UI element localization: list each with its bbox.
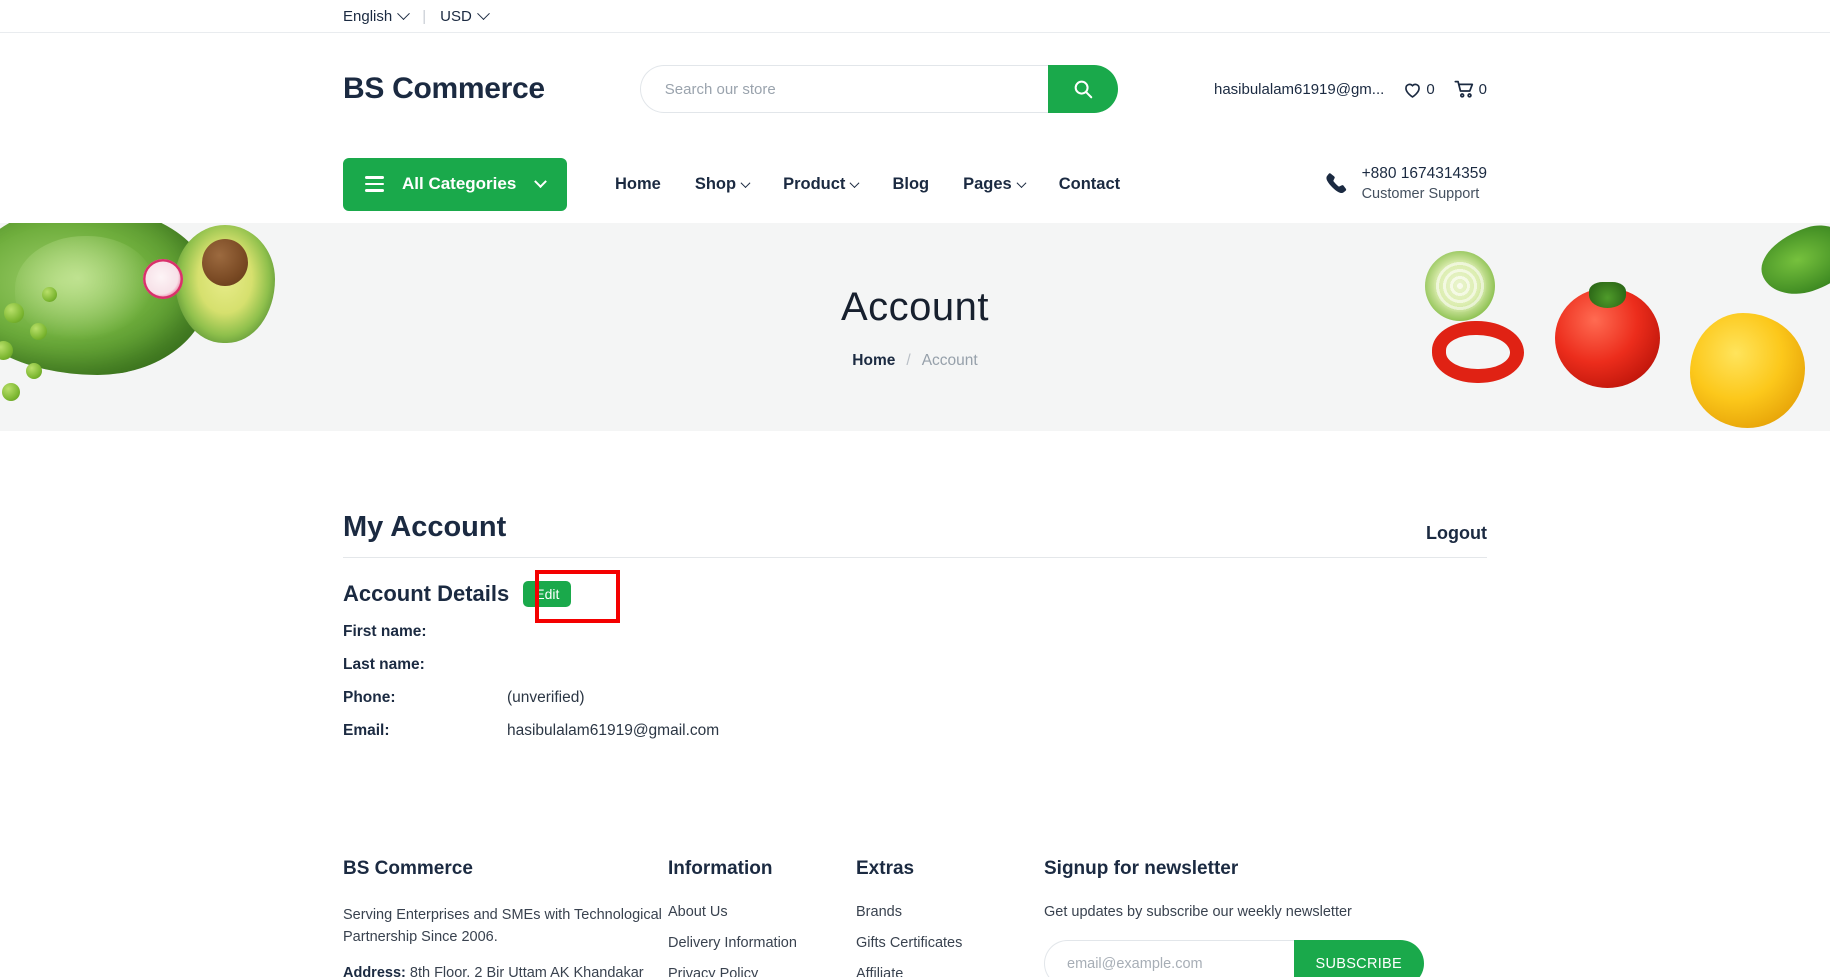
field-label: First name:: [343, 623, 427, 640]
logout-link[interactable]: Logout: [1426, 523, 1487, 544]
nav-links: Home Shop Product Blog Pages Contact: [615, 175, 1120, 194]
support-phone: +880 1674314359: [1361, 164, 1487, 182]
subscribe-button[interactable]: SUBSCRIBE: [1293, 940, 1424, 977]
language-selector[interactable]: English: [343, 6, 411, 25]
footer-newsletter-column: Signup for newsletter Get updates by sub…: [1044, 858, 1424, 977]
newsletter-email-input[interactable]: [1044, 940, 1294, 977]
my-account-title: My Account: [343, 511, 507, 543]
hamburger-icon: [365, 176, 384, 192]
chevron-down-icon: [534, 174, 547, 188]
chevron-down-icon: [849, 177, 860, 188]
footer-link-about-us[interactable]: About Us: [668, 904, 856, 920]
nav-label: Home: [615, 174, 661, 193]
breadcrumb: Home / Account: [852, 352, 977, 370]
footer-brand-title: BS Commerce: [343, 858, 473, 879]
field-value: hasibulalam61919@gmail.com: [507, 722, 720, 739]
search-icon: [1074, 80, 1093, 99]
field-row-first-name: First name:: [343, 623, 1487, 641]
site-logo[interactable]: BS Commerce: [343, 72, 545, 106]
phone-icon: [1326, 173, 1346, 194]
language-label: English: [343, 7, 393, 25]
account-details-header: Account Details Edit: [343, 570, 1487, 623]
search-bar: [639, 65, 1118, 113]
page-banner: Account Home / Account: [0, 223, 1830, 431]
search-input[interactable]: [639, 65, 1048, 113]
breadcrumb-home-link[interactable]: Home: [852, 352, 895, 370]
newsletter-description: Get updates by subscribe our weekly news…: [1044, 904, 1352, 920]
field-value: (unverified): [507, 689, 585, 706]
account-details-title: Account Details: [343, 581, 510, 606]
field-label: Last name:: [343, 656, 425, 673]
main-navigation: All Categories Home Shop Product Blog Pa…: [0, 145, 1830, 223]
footer-link-privacy-policy[interactable]: Privacy Policy: [668, 966, 856, 977]
footer-address-label: Address:: [343, 964, 406, 977]
chevron-down-icon: [1016, 177, 1027, 188]
footer-extras-column: Extras Brands Gifts Certificates Affilia…: [856, 858, 1044, 977]
footer-information-title: Information: [668, 858, 773, 879]
chevron-down-icon: [397, 6, 411, 20]
search-button[interactable]: [1047, 65, 1118, 113]
footer-link-delivery-information[interactable]: Delivery Information: [668, 935, 856, 951]
site-footer: BS Commerce Serving Enterprises and SMEs…: [0, 858, 1830, 977]
chevron-down-icon: [476, 6, 490, 20]
footer-brand-column: BS Commerce Serving Enterprises and SMEs…: [343, 858, 668, 977]
nav-item-contact[interactable]: Contact: [1059, 175, 1120, 194]
nav-item-home[interactable]: Home: [615, 175, 661, 194]
nav-item-product[interactable]: Product: [783, 174, 860, 194]
support-label: Customer Support: [1361, 185, 1480, 202]
heart-icon: [1405, 83, 1421, 98]
account-header-row: My Account Logout: [343, 431, 1487, 558]
nav-label: Shop: [694, 174, 737, 193]
footer-link-affiliate[interactable]: Affiliate: [856, 966, 1044, 977]
footer-link-gifts-certificates[interactable]: Gifts Certificates: [856, 935, 1044, 951]
header-account-area: hasibulalam61919@gm... 0 0: [1214, 78, 1487, 100]
footer-extras-title: Extras: [856, 858, 915, 879]
cart-count: 0: [1478, 80, 1487, 98]
cart-icon: [1454, 80, 1473, 98]
topbar-divider: |: [422, 7, 427, 25]
account-email-link[interactable]: hasibulalam61919@gm...: [1214, 81, 1384, 98]
field-label: Phone:: [343, 689, 396, 706]
page-title: Account: [840, 284, 990, 329]
breadcrumb-separator: /: [906, 351, 911, 369]
field-row-phone: Phone: (unverified): [343, 689, 1487, 707]
chevron-down-icon: [740, 177, 751, 188]
top-utility-bar: English | USD: [0, 0, 1830, 33]
nav-item-blog[interactable]: Blog: [892, 175, 929, 194]
field-row-email: Email: hasibulalam61919@gmail.com: [343, 722, 1487, 740]
edit-button[interactable]: Edit: [523, 581, 572, 607]
newsletter-title: Signup for newsletter: [1044, 858, 1239, 879]
newsletter-form: SUBSCRIBE: [1044, 940, 1424, 977]
footer-brand-description: Serving Enterprises and SMEs with Techno…: [343, 907, 662, 946]
customer-support-block[interactable]: +880 1674314359 Customer Support: [1324, 164, 1487, 204]
breadcrumb-current: Account: [921, 351, 978, 369]
support-text: +880 1674314359 Customer Support: [1362, 164, 1487, 204]
footer-information-column: Information About Us Delivery Informatio…: [668, 858, 856, 977]
all-categories-button[interactable]: All Categories: [343, 157, 567, 211]
wishlist-button[interactable]: 0: [1402, 79, 1435, 100]
nav-label: Pages: [963, 174, 1012, 193]
footer-address: Address: 8th Floor, 2 Bir Uttam AK Khand…: [343, 962, 668, 977]
currency-label: USD: [440, 7, 472, 25]
site-header: BS Commerce hasibulalam61919@gm... 0 0: [0, 33, 1830, 145]
wishlist-count: 0: [1426, 80, 1435, 98]
nav-label: Contact: [1058, 174, 1121, 193]
nav-item-shop[interactable]: Shop: [694, 174, 751, 194]
account-details-fields: First name: Last name: Phone: (unverifie…: [343, 623, 1487, 740]
currency-selector[interactable]: USD: [440, 6, 490, 25]
footer-link-brands[interactable]: Brands: [856, 904, 1044, 920]
all-categories-label: All Categories: [402, 174, 517, 193]
field-label: Email:: [343, 722, 390, 739]
nav-label: Blog: [892, 174, 930, 193]
nav-item-pages[interactable]: Pages: [963, 174, 1027, 194]
field-row-last-name: Last name:: [343, 656, 1487, 674]
nav-label: Product: [783, 174, 846, 193]
cart-button[interactable]: 0: [1453, 78, 1487, 100]
account-main: My Account Logout Account Details Edit F…: [0, 431, 1830, 740]
